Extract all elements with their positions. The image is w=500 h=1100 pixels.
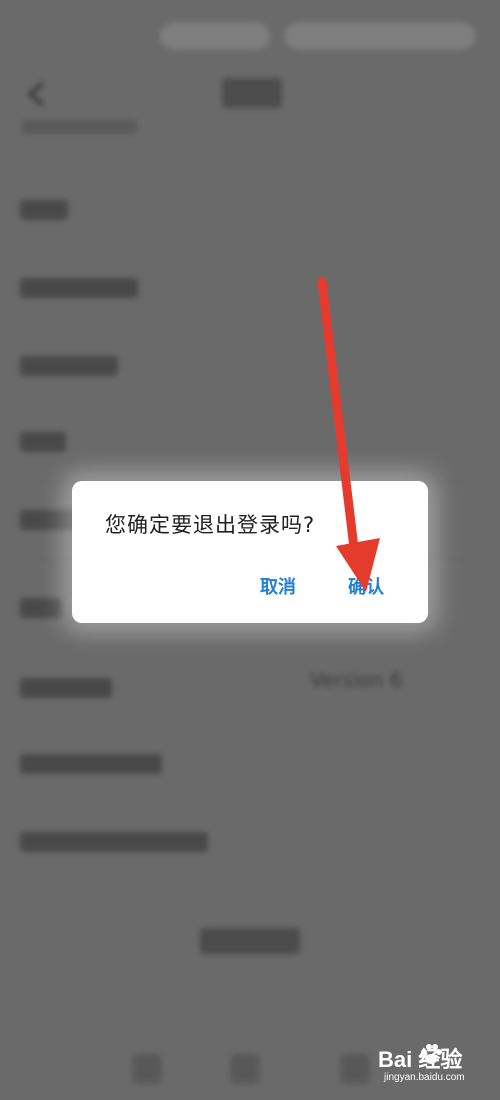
- settings-row-version[interactable]: Version 6: [0, 650, 500, 727]
- logout-confirm-dialog: 您确定要退出登录吗? 取消 确认: [72, 481, 428, 623]
- settings-row[interactable]: [0, 404, 500, 481]
- settings-row-label: [20, 356, 118, 376]
- settings-row-label: [20, 678, 112, 698]
- settings-row[interactable]: [0, 250, 500, 327]
- watermark-url: jingyan.baidu.com: [384, 1072, 465, 1083]
- dialog-message: 您确定要退出登录吗?: [105, 513, 316, 537]
- settings-row-label: [20, 200, 68, 220]
- settings-row-label: [20, 598, 62, 618]
- settings-row-label: [20, 832, 208, 852]
- settings-row-label: [20, 510, 80, 530]
- page-subtitle: [22, 120, 137, 134]
- settings-row-label: [20, 754, 162, 774]
- paw-logo-icon: [421, 1044, 442, 1064]
- back-arrow-icon[interactable]: [22, 80, 52, 108]
- baidu-jingyan-watermark: Bai 经验 jingyan.baidu.com: [378, 1040, 498, 1090]
- settings-row-label: [20, 432, 66, 452]
- version-text: Version 6: [310, 668, 403, 692]
- status-notification-pill: [160, 22, 270, 50]
- settings-row[interactable]: [0, 172, 500, 249]
- status-bar: [0, 0, 500, 70]
- status-info-pill: [285, 22, 475, 50]
- settings-row-label: [20, 278, 138, 298]
- nav-profile-icon[interactable]: [340, 1054, 370, 1084]
- nav-discover-icon[interactable]: [230, 1054, 260, 1084]
- settings-row[interactable]: [0, 804, 500, 881]
- confirm-button[interactable]: 确认: [348, 573, 384, 599]
- settings-row[interactable]: [0, 328, 500, 405]
- settings-row[interactable]: [0, 726, 500, 803]
- cancel-button[interactable]: 取消: [260, 573, 296, 599]
- logout-button[interactable]: [200, 928, 300, 954]
- page-title: [222, 78, 282, 108]
- nav-home-icon[interactable]: [132, 1054, 162, 1084]
